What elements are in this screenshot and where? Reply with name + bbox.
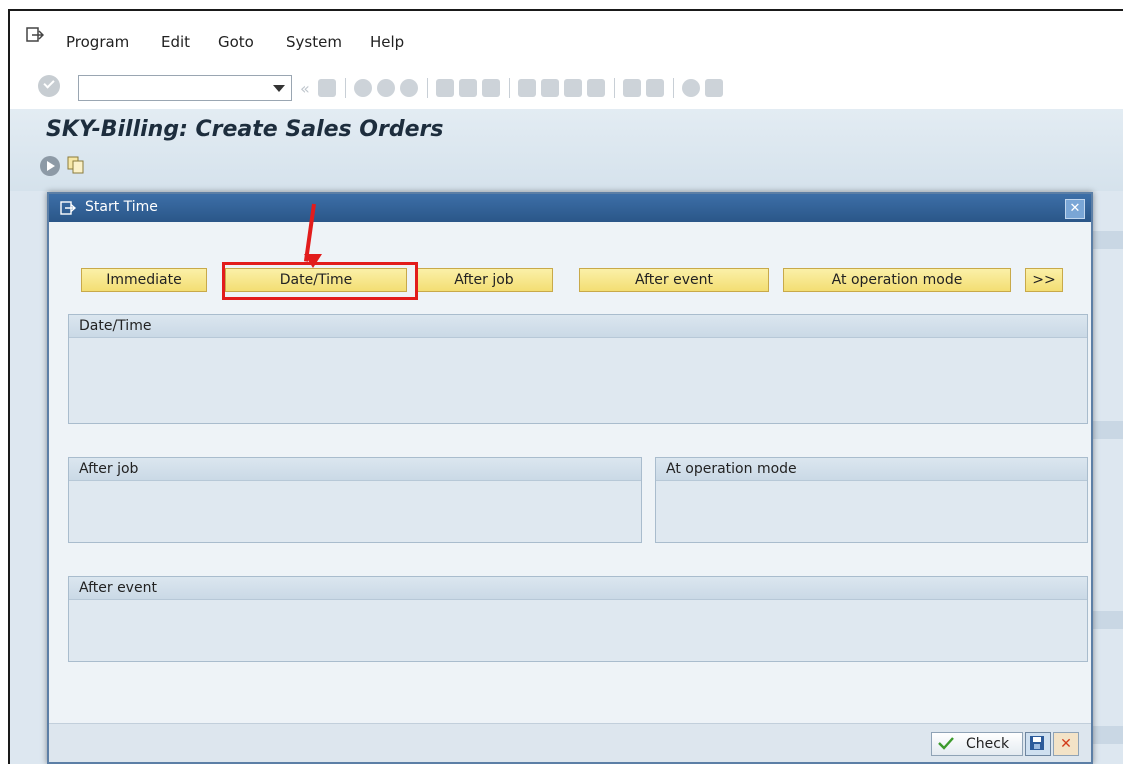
menu-system[interactable]: System [286, 33, 342, 51]
cancel-icon[interactable]: ✕ [1053, 732, 1079, 756]
next-page-icon[interactable] [563, 79, 582, 97]
print-icon[interactable] [435, 79, 454, 97]
dialog-footer: Check ✕ [49, 723, 1091, 762]
ok-icon[interactable] [38, 75, 60, 97]
group-title: At operation mode [656, 458, 1087, 481]
dialog-title: Start Time [85, 199, 158, 215]
command-field[interactable] [78, 75, 292, 101]
toolbar-separator [508, 78, 510, 98]
back-nav-icon[interactable] [353, 79, 372, 97]
start-time-dialog: Start Time ✕ Immediate Date/Time After j… [47, 192, 1093, 764]
sap-window: Program Edit Goto System Help « SKY-Bill… [8, 9, 1123, 764]
page-title: SKY-Billing: Create Sales Orders [46, 117, 444, 142]
at-operation-mode-button[interactable]: At operation mode [783, 268, 1011, 292]
menu-program[interactable]: Program [66, 33, 129, 51]
menu-goto[interactable]: Goto [218, 33, 254, 51]
group-title: After job [69, 458, 641, 481]
group-title: Date/Time [69, 315, 1087, 338]
check-button-label: Check [966, 736, 1010, 752]
prev-page-icon[interactable] [540, 79, 559, 97]
date-time-group: Date/Time [68, 314, 1088, 424]
save-icon[interactable] [1025, 732, 1051, 756]
annotation-arrow-head [304, 254, 322, 268]
after-job-group: After job [68, 457, 642, 543]
exit-icon[interactable] [26, 27, 44, 43]
exit-nav-icon[interactable] [376, 79, 395, 97]
toolbar-separator [672, 78, 674, 98]
dialog-window-icon [60, 201, 76, 215]
checkmark-icon [938, 737, 954, 750]
menu-edit[interactable]: Edit [161, 33, 190, 51]
toolbar-separator [426, 78, 428, 98]
new-session-icon[interactable] [622, 79, 641, 97]
after-job-button[interactable]: After job [415, 268, 553, 292]
chevron-down-icon[interactable] [273, 85, 285, 92]
collapse-icon[interactable]: « [300, 79, 310, 98]
dialog-body: Immediate Date/Time After job After even… [49, 203, 1091, 762]
first-page-icon[interactable] [517, 79, 536, 97]
cancel-nav-icon[interactable] [399, 79, 418, 97]
execute-icon[interactable] [40, 156, 60, 176]
shortcut-icon[interactable] [645, 79, 664, 97]
immediate-button[interactable]: Immediate [81, 268, 207, 292]
toolbar-icons: « [300, 77, 728, 99]
menu-help[interactable]: Help [370, 33, 404, 51]
menu-bar: Program Edit Goto System Help [10, 11, 1123, 61]
variants-icon[interactable] [66, 155, 86, 175]
standard-toolbar: « [10, 61, 1123, 110]
help-icon[interactable] [681, 79, 700, 97]
last-page-icon[interactable] [586, 79, 605, 97]
find-next-icon[interactable] [481, 79, 500, 97]
title-bar: SKY-Billing: Create Sales Orders [10, 109, 1123, 191]
after-event-button[interactable]: After event [579, 268, 769, 292]
after-event-group: After event [68, 576, 1088, 662]
find-icon[interactable] [458, 79, 477, 97]
more-button[interactable]: >> [1025, 268, 1063, 292]
command-input[interactable] [79, 76, 271, 98]
group-title: After event [69, 577, 1087, 600]
toolbar-separator [344, 78, 346, 98]
dialog-title-bar[interactable]: Start Time ✕ [49, 194, 1091, 222]
check-button[interactable]: Check [931, 732, 1023, 756]
save-icon[interactable] [317, 79, 336, 97]
toolbar-separator [613, 78, 615, 98]
at-operation-mode-group: At operation mode [655, 457, 1088, 543]
layout-icon[interactable] [704, 79, 723, 97]
close-icon[interactable]: ✕ [1065, 199, 1085, 219]
